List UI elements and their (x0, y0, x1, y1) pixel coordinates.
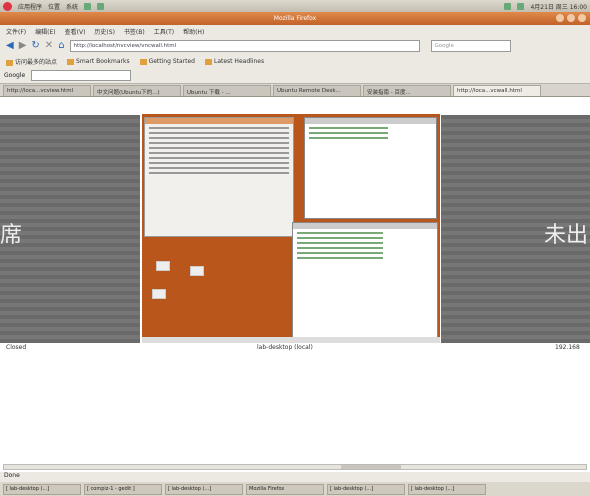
desktop-folder-icon (152, 289, 166, 299)
stop-icon[interactable]: ✕ (45, 41, 53, 51)
menubar: 文件(F) 编辑(E) 查看(V) 历史(S) 书签(B) 工具(T) 帮助(H… (0, 25, 590, 37)
menu-help[interactable]: 帮助(H) (183, 27, 204, 36)
vnc-tile-right-label: 未出 (544, 223, 589, 248)
ubuntu-logo-icon[interactable] (3, 1, 12, 11)
bottom-taskbar: [ lab-desktop (...] [ compiz-1 - gedit ]… (0, 482, 590, 496)
menu-history[interactable]: 历史(S) (94, 27, 115, 36)
tab-vncview[interactable]: http://loca...vcview.html (3, 85, 91, 96)
panel-menu-places[interactable]: 位置 (48, 2, 60, 11)
network-icon[interactable] (504, 2, 512, 10)
bookmark-icon (139, 58, 147, 65)
tab-install-guide[interactable]: 安装指南 - 百度... (363, 85, 451, 96)
bookmark-latest-headlines[interactable]: Latest Headlines (204, 58, 264, 65)
panel-clock[interactable]: 4月21日 周三 16:00 (530, 2, 587, 11)
window-titlebar[interactable]: Mozilla Firefox (0, 12, 590, 25)
reload-icon[interactable]: ↻ (31, 41, 39, 51)
tile-left-caption: Closed (6, 344, 27, 351)
rss-icon (204, 58, 212, 65)
volume-icon[interactable] (517, 2, 525, 10)
close-icon[interactable] (578, 14, 586, 22)
menu-file[interactable]: 文件(F) (6, 27, 26, 36)
tab-strip: http://loca...vcview.html 中文问题(Ubuntu下的.… (0, 84, 590, 97)
tab-ubuntu-download[interactable]: Ubuntu 下载 - ... (183, 85, 271, 96)
taskbar-item[interactable]: [ lab-desktop (...] (165, 483, 243, 495)
remote-taskbar (142, 337, 440, 343)
status-bar: Done (0, 472, 590, 482)
tab-ubuntu-chinese[interactable]: 中文问题(Ubuntu下的...) (93, 85, 181, 96)
remote-terminal-window-2 (292, 222, 438, 340)
bookmark-getting-started[interactable]: Getting Started (139, 58, 195, 65)
menu-view[interactable]: 查看(V) (65, 27, 86, 36)
bookmark-smart[interactable]: Smart Bookmarks (67, 58, 130, 65)
minimize-icon[interactable] (556, 14, 564, 22)
bookmark-icon (6, 59, 13, 66)
remote-gedit-window (144, 117, 294, 237)
remote-terminal-window (304, 117, 437, 219)
google-search-input[interactable] (31, 70, 132, 81)
vnc-remote-desktop-view[interactable] (142, 114, 440, 343)
taskbar-item[interactable]: [ compiz-1 - gedit ] (84, 483, 162, 495)
taskbar-item[interactable]: [ lab-desktop (...] (408, 483, 486, 495)
search-input[interactable]: Google (430, 40, 511, 52)
tab-vncwall[interactable]: http://loca...vcwall.html (453, 85, 541, 96)
panel-menu-applications[interactable]: 应用程序 (18, 2, 42, 11)
google-toolbar-label: Google (4, 72, 26, 79)
forward-icon[interactable]: ▶ (19, 41, 27, 51)
email-launcher-icon[interactable] (97, 2, 105, 10)
top-panel: 应用程序 位置 系统 4月21日 周三 16:00 (0, 0, 590, 12)
taskbar-item[interactable]: Mozilla Firefox (246, 483, 324, 495)
bookmark-most-visited[interactable]: 访问最多的站点 (6, 57, 57, 66)
bookmark-icon (67, 58, 75, 65)
horizontal-scrollbar[interactable] (3, 464, 587, 470)
menu-bookmarks[interactable]: 书签(B) (124, 27, 145, 36)
back-icon[interactable]: ◀ (6, 41, 14, 51)
taskbar-item[interactable]: [ lab-desktop (...] (3, 483, 81, 495)
menu-edit[interactable]: 编辑(E) (35, 27, 55, 36)
menu-tools[interactable]: 工具(T) (154, 27, 174, 36)
desktop-file-icon (190, 266, 204, 276)
desktop-file-icon (156, 261, 170, 271)
home-icon[interactable]: ⌂ (58, 41, 64, 51)
scrollbar-thumb[interactable] (341, 465, 401, 469)
bookmarks-toolbar: 访问最多的站点 Smart Bookmarks Getting Started … (0, 55, 590, 68)
firefox-launcher-icon[interactable] (84, 2, 92, 10)
panel-menu-system[interactable]: 系统 (66, 2, 78, 11)
window-title: Mozilla Firefox (273, 15, 317, 22)
url-bar[interactable]: http://localhost/nvcview/vncwall.html (69, 40, 420, 52)
vnc-tile-left-label: 席 (0, 223, 23, 248)
tile-right-caption: 192.168 (555, 344, 580, 351)
maximize-icon[interactable] (567, 14, 575, 22)
tab-remote-desktop[interactable]: Ubuntu Remote Desk... (273, 85, 361, 96)
navigation-toolbar: ◀ ▶ ↻ ✕ ⌂ http://localhost/nvcview/vncwa… (0, 37, 590, 55)
tile-center-caption: lab-desktop (local) (257, 344, 313, 351)
taskbar-item[interactable]: [ lab-desktop (...] (327, 483, 405, 495)
google-toolbar: Google (0, 68, 590, 84)
